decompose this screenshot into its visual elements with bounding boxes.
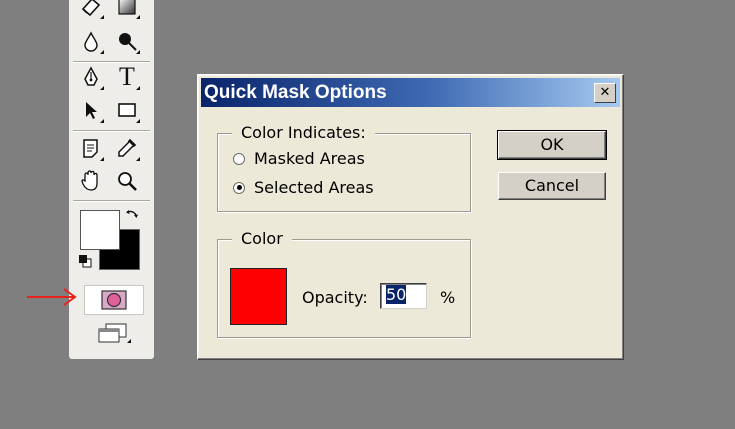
quick-mask-mode-button[interactable] <box>84 285 144 315</box>
cancel-button[interactable]: Cancel <box>498 172 606 200</box>
opacity-label: Opacity: <box>302 288 368 307</box>
radio-button[interactable] <box>233 181 245 194</box>
dialog-title: Quick Mask Options <box>204 82 387 103</box>
radio-label: Selected Areas <box>254 178 374 197</box>
tool-group-divider <box>73 200 150 202</box>
path-selection-tool[interactable] <box>77 96 105 124</box>
blur-icon <box>84 31 98 52</box>
screen-mode-button[interactable] <box>95 321 131 347</box>
eraser-icon <box>81 0 101 17</box>
flyout-indicator <box>100 50 104 54</box>
flyout-indicator <box>136 119 140 123</box>
color-indicates-group: Color Indicates: Masked Areas Selected A… <box>217 122 471 212</box>
foreground-color-swatch[interactable] <box>80 210 120 250</box>
eyedropper-icon <box>118 138 137 157</box>
quick-mask-options-dialog: Quick Mask Options ✕ Color Indicates: Ma… <box>197 74 624 360</box>
percent-label: % <box>440 288 456 307</box>
dialog-titlebar[interactable]: Quick Mask Options ✕ <box>201 78 620 107</box>
color-group: Color Opacity: 50 % <box>217 228 471 338</box>
flyout-indicator <box>100 15 104 19</box>
tool-group-divider <box>73 130 150 132</box>
flyout-indicator <box>136 157 140 161</box>
radio-selected-dot <box>236 185 242 190</box>
radio-masked-areas[interactable]: Masked Areas <box>233 149 365 168</box>
notes-icon <box>83 139 98 158</box>
flyout-indicator <box>136 15 140 19</box>
quick-mask-icon <box>101 290 127 310</box>
eraser-tool[interactable] <box>77 0 105 20</box>
flyout-indicator <box>136 50 140 54</box>
pen-tool[interactable] <box>77 63 105 91</box>
opacity-input[interactable]: 50 <box>380 283 427 309</box>
zoom-icon <box>118 172 137 191</box>
gradient-icon <box>118 0 136 15</box>
flyout-indicator <box>100 157 104 161</box>
radio-button[interactable] <box>233 152 245 165</box>
rectangle-shape-icon <box>118 103 136 117</box>
hand-tool[interactable] <box>77 167 105 195</box>
radio-selected-areas[interactable]: Selected Areas <box>233 178 374 197</box>
close-button[interactable]: ✕ <box>594 83 616 103</box>
gradient-tool[interactable] <box>113 0 141 20</box>
radio-label: Masked Areas <box>254 149 365 168</box>
dodge-icon <box>119 33 137 51</box>
default-colors-icon[interactable] <box>78 254 92 268</box>
rectangle-tool[interactable] <box>113 96 141 124</box>
type-icon: T <box>119 62 135 91</box>
blur-tool[interactable] <box>77 27 105 55</box>
zoom-tool[interactable] <box>113 167 141 195</box>
close-icon: ✕ <box>599 85 611 100</box>
mask-color-swatch[interactable] <box>230 268 287 325</box>
opacity-value: 50 <box>386 285 407 304</box>
swap-colors-icon[interactable] <box>124 207 140 223</box>
flyout-indicator <box>100 119 104 123</box>
eyedropper-tool[interactable] <box>113 134 141 162</box>
notes-tool[interactable] <box>77 134 105 162</box>
flyout-indicator <box>136 86 140 90</box>
color-legend: Color <box>232 228 292 250</box>
color-indicates-legend: Color Indicates: <box>232 122 375 144</box>
ok-button[interactable]: OK <box>497 130 607 160</box>
flyout-indicator <box>100 86 104 90</box>
path-selection-icon <box>86 102 97 119</box>
hand-icon <box>81 170 98 191</box>
type-tool[interactable]: T <box>113 63 141 91</box>
pen-icon <box>84 66 98 86</box>
dodge-tool[interactable] <box>113 27 141 55</box>
annotation-arrow <box>27 288 77 306</box>
